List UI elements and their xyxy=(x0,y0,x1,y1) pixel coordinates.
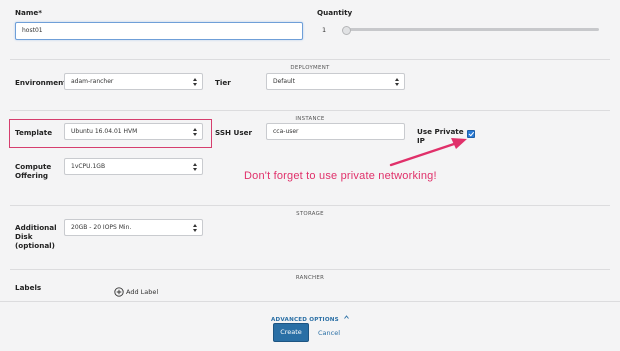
tier-label: Tier xyxy=(215,78,231,87)
environment-select[interactable]: adam-rancher xyxy=(64,73,203,90)
select-arrows-icon xyxy=(192,78,198,86)
deployment-section-title: DEPLOYMENT xyxy=(284,63,336,73)
compute-offering-label-line2: Offering xyxy=(15,171,49,180)
additional-disk-label-line3: (optional) xyxy=(15,241,55,250)
quantity-label: Quantity xyxy=(317,8,353,17)
quantity-slider-handle[interactable] xyxy=(342,25,351,35)
additional-disk-select-value: 20GB - 20 IOPS Min. xyxy=(71,224,132,231)
labels-label: Labels xyxy=(15,283,42,292)
annotation-arrow-icon xyxy=(389,138,467,167)
environment-label: Environment xyxy=(15,78,67,87)
select-arrows-icon xyxy=(192,163,198,171)
template-select-value: Ubuntu 16.04.01 HVM xyxy=(71,128,138,135)
create-button[interactable]: Create xyxy=(273,323,309,342)
select-arrows-icon xyxy=(394,78,400,86)
storage-section-header: STORAGE xyxy=(10,200,610,219)
advanced-options-toggle[interactable]: ADVANCED OPTIONS xyxy=(0,306,620,325)
chevron-up-icon xyxy=(344,314,349,319)
instance-section-header: INSTANCE xyxy=(10,105,610,124)
add-label-button[interactable]: Add Label xyxy=(114,287,158,297)
template-select[interactable]: Ubuntu 16.04.01 HVM xyxy=(64,123,203,140)
compute-offering-label: Compute Offering xyxy=(15,162,51,180)
quantity-value: 1 xyxy=(322,26,327,34)
environment-select-value: adam-rancher xyxy=(71,78,114,85)
add-label-text: Add Label xyxy=(126,288,159,296)
name-label: Name* xyxy=(15,8,42,17)
compute-offering-select[interactable]: 1vCPU.1GB xyxy=(64,158,203,175)
cancel-link[interactable]: Cancel xyxy=(318,329,340,337)
compute-offering-select-value: 1vCPU.1GB xyxy=(71,163,106,170)
quantity-slider-track[interactable] xyxy=(345,28,599,31)
additional-disk-label-line1: Additional xyxy=(15,223,57,232)
rancher-section-header: RANCHER xyxy=(10,264,610,283)
rancher-section-title: RANCHER xyxy=(289,273,331,283)
additional-disk-select[interactable]: 20GB - 20 IOPS Min. xyxy=(64,219,203,236)
footer-divider xyxy=(0,301,620,302)
tier-select[interactable]: Default xyxy=(266,73,405,90)
additional-disk-label-line2: Disk xyxy=(15,232,33,241)
additional-disk-label: Additional Disk (optional) xyxy=(15,223,57,250)
template-label: Template xyxy=(15,128,53,137)
select-arrows-icon xyxy=(192,224,198,232)
storage-section-title: STORAGE xyxy=(290,209,330,219)
plus-circle-icon xyxy=(114,287,124,297)
tier-select-value: Default xyxy=(273,78,295,85)
ssh-user-label: SSH User xyxy=(215,128,253,137)
annotation-text: Don't forget to use private networking! xyxy=(244,170,437,182)
select-arrows-icon xyxy=(192,128,198,136)
deployment-section-header: DEPLOYMENT xyxy=(10,54,610,73)
name-input[interactable]: host01 xyxy=(15,22,303,40)
compute-offering-label-line1: Compute xyxy=(15,162,52,171)
